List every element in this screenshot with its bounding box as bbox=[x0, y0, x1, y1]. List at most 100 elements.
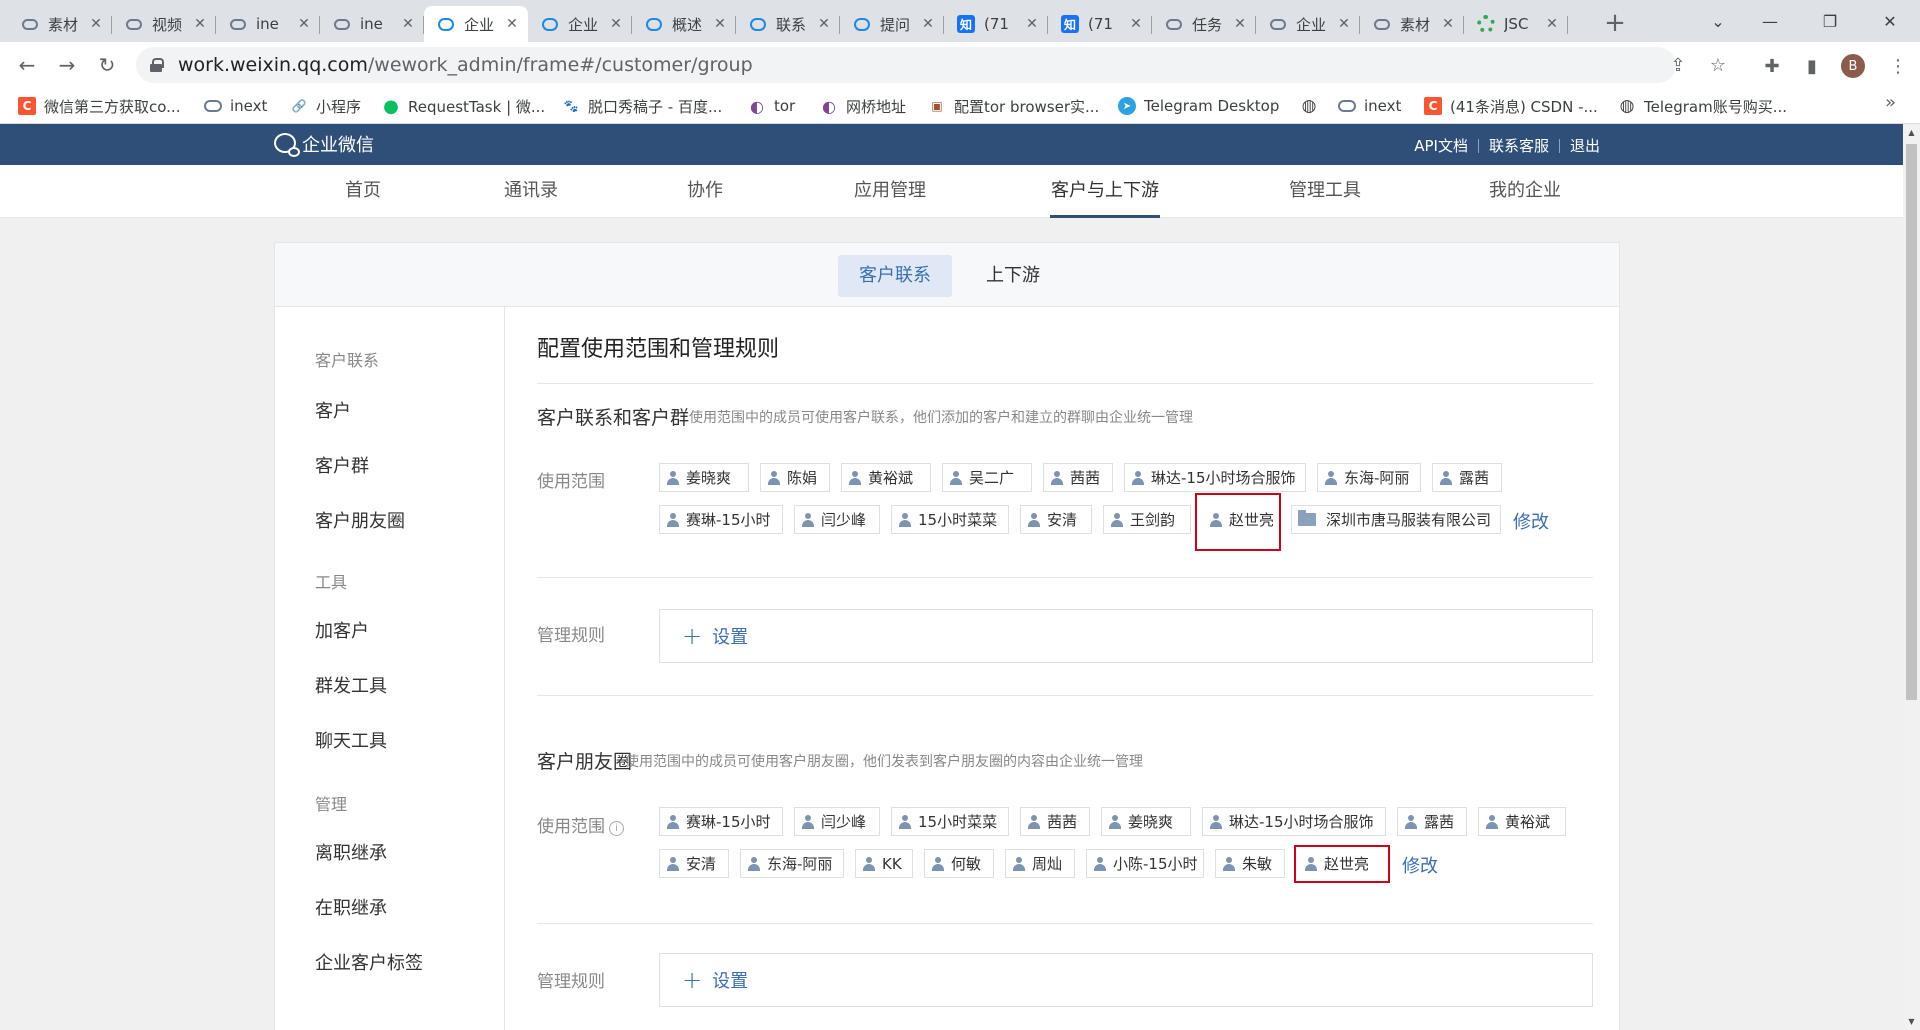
sidebar-item-broadcast-tool[interactable]: 群发工具 bbox=[315, 672, 387, 698]
tab-title: (71 bbox=[984, 15, 1009, 33]
close-tab-icon[interactable]: ✕ bbox=[400, 16, 416, 32]
share-icon[interactable]: ⇪ bbox=[1666, 53, 1690, 77]
bookmark-star-icon[interactable]: ☆ bbox=[1706, 53, 1730, 77]
close-tab-icon[interactable]: ✕ bbox=[712, 16, 728, 32]
browser-tab[interactable]: 知 (71 ✕ bbox=[944, 6, 1048, 42]
close-tab-icon[interactable]: ✕ bbox=[920, 16, 936, 32]
sidebar-item-customer-tags[interactable]: 企业客户标签 bbox=[315, 949, 423, 975]
sidebar-item-customers[interactable]: 客户 bbox=[315, 397, 351, 423]
nav-my-enterprise[interactable]: 我的企业 bbox=[1487, 165, 1563, 218]
contact-support-link[interactable]: 联系客服 bbox=[1489, 135, 1549, 156]
menu-kebab-icon[interactable]: ⋮ bbox=[1886, 54, 1910, 78]
tab-search-icon[interactable]: ⌄ bbox=[1688, 0, 1748, 42]
sidebar-item-chat-tool[interactable]: 聊天工具 bbox=[315, 727, 387, 753]
profile-avatar[interactable]: B bbox=[1841, 54, 1865, 78]
browser-tab[interactable]: 任务 ✕ bbox=[1152, 6, 1256, 42]
cloud-icon bbox=[1338, 97, 1356, 115]
bookmark-item[interactable]: ➤ Telegram Desktop bbox=[1118, 95, 1279, 117]
close-tab-icon[interactable]: ✕ bbox=[816, 16, 832, 32]
window-close-icon[interactable]: ✕ bbox=[1860, 0, 1920, 42]
close-tab-icon[interactable]: ✕ bbox=[504, 16, 520, 32]
bookmark-item[interactable]: ▣ 配置tor browser实... bbox=[928, 95, 1099, 117]
browser-tab[interactable]: 素材 ✕ bbox=[1360, 6, 1464, 42]
browser-tab[interactable]: ine ✕ bbox=[216, 6, 320, 42]
browser-tab[interactable]: 提问 ✕ bbox=[840, 6, 944, 42]
bookmark-item[interactable]: 🔗 小程序 bbox=[290, 95, 362, 117]
nav-customers-partners[interactable]: 客户与上下游 bbox=[1050, 165, 1160, 218]
close-tab-icon[interactable]: ✕ bbox=[1440, 16, 1456, 32]
extensions-icon[interactable]: ✚ bbox=[1760, 54, 1784, 78]
sidebar-item-active-inheritance[interactable]: 在职继承 bbox=[315, 894, 387, 920]
close-tab-icon[interactable]: ✕ bbox=[1336, 16, 1352, 32]
bookmark-item[interactable]: ◐ 网桥地址 bbox=[820, 95, 906, 117]
bookmark-item[interactable]: ● RequestTask | 微... bbox=[382, 95, 545, 117]
wecom-logo[interactable]: 企业微信 bbox=[274, 132, 374, 157]
highlight-box bbox=[1294, 845, 1390, 883]
member-chip: 黄裕斌 bbox=[841, 463, 931, 492]
reload-icon[interactable]: ↻ bbox=[92, 50, 122, 80]
api-docs-link[interactable]: API文档 bbox=[1414, 135, 1468, 156]
cloud-icon bbox=[1164, 14, 1184, 34]
nav-app-management[interactable]: 应用管理 bbox=[852, 165, 928, 218]
browser-tab[interactable]: 概述 ✕ bbox=[632, 6, 736, 42]
browser-tab[interactable]: 企业 ✕ bbox=[1256, 6, 1360, 42]
rules-setting-button[interactable]: + 设置 bbox=[659, 609, 1593, 663]
back-icon[interactable]: ← bbox=[12, 50, 42, 80]
plus-icon: + bbox=[682, 966, 703, 994]
browser-tab[interactable]: ine ✕ bbox=[320, 6, 424, 42]
bookmark-item[interactable]: inext bbox=[204, 95, 267, 117]
browser-tab[interactable]: 素材 ✕ bbox=[8, 6, 112, 42]
close-tab-icon[interactable]: ✕ bbox=[192, 16, 208, 32]
scroll-up-icon[interactable]: ▲ bbox=[1903, 124, 1920, 141]
sidebar-item-moments[interactable]: 客户朋友圈 bbox=[315, 507, 405, 533]
address-bar[interactable]: work.weixin.qq.com/wework_admin/frame#/c… bbox=[136, 47, 1726, 83]
bookmark-item[interactable]: 🐾 脱口秀稿子 - 百度... bbox=[562, 95, 723, 117]
sidebar-item-add-customer[interactable]: 加客户 bbox=[315, 617, 369, 643]
bookmark-item[interactable]: C (41条消息) CSDN -... bbox=[1424, 95, 1598, 117]
close-tab-icon[interactable]: ✕ bbox=[1232, 16, 1248, 32]
side-panel-icon[interactable]: ▮ bbox=[1800, 54, 1824, 78]
restore-icon[interactable]: ❐ bbox=[1800, 0, 1860, 42]
sidebar-item-resigned-inheritance[interactable]: 离职继承 bbox=[315, 839, 387, 865]
bookmarks-overflow-icon[interactable]: » bbox=[1885, 92, 1896, 113]
browser-tab-active[interactable]: 企业 ✕ bbox=[424, 6, 528, 42]
bookmark-item[interactable]: inext bbox=[1338, 95, 1401, 117]
nav-collaboration[interactable]: 协作 bbox=[686, 165, 724, 218]
bookmark-item[interactable]: ◐ tor bbox=[748, 95, 795, 117]
nav-contacts[interactable]: 通讯录 bbox=[503, 165, 559, 218]
modify-scope-link[interactable]: 修改 bbox=[1402, 852, 1438, 878]
subtab-customer-contact[interactable]: 客户联系 bbox=[838, 255, 952, 297]
nav-management-tools[interactable]: 管理工具 bbox=[1287, 165, 1363, 218]
scroll-down-icon[interactable]: ▼ bbox=[1903, 1013, 1920, 1030]
browser-tab[interactable]: 知 (71 ✕ bbox=[1048, 6, 1152, 42]
close-tab-icon[interactable]: ✕ bbox=[1024, 16, 1040, 32]
bookmark-item[interactable]: ◍ Telegram账号购买... bbox=[1618, 95, 1787, 117]
rules-setting-button[interactable]: + 设置 bbox=[659, 953, 1593, 1007]
lock-icon[interactable] bbox=[150, 58, 164, 72]
browser-tab[interactable]: 视频 ✕ bbox=[112, 6, 216, 42]
bookmark-item[interactable]: ◍ bbox=[1300, 95, 1326, 117]
close-tab-icon[interactable]: ✕ bbox=[1128, 16, 1144, 32]
close-tab-icon[interactable]: ✕ bbox=[1544, 16, 1560, 32]
page-scrollbar[interactable]: ▲ ▼ bbox=[1903, 124, 1920, 1030]
new-tab-button[interactable]: + bbox=[1600, 8, 1630, 38]
scrollbar-thumb[interactable] bbox=[1906, 144, 1917, 700]
close-tab-icon[interactable]: ✕ bbox=[88, 16, 104, 32]
minimize-icon[interactable]: — bbox=[1740, 0, 1800, 42]
browser-tab[interactable]: 企业 ✕ bbox=[528, 6, 632, 42]
modify-scope-link[interactable]: 修改 bbox=[1513, 508, 1549, 534]
info-icon[interactable]: i bbox=[609, 821, 624, 836]
cloud-icon bbox=[204, 97, 222, 115]
logout-link[interactable]: 退出 bbox=[1570, 135, 1600, 156]
close-tab-icon[interactable]: ✕ bbox=[608, 16, 624, 32]
sidebar-item-customer-groups[interactable]: 客户群 bbox=[315, 452, 369, 478]
browser-tab[interactable]: 联系 ✕ bbox=[736, 6, 840, 42]
cloud-icon bbox=[228, 14, 248, 34]
browser-tab[interactable]: JSC ✕ bbox=[1464, 6, 1568, 42]
rules-label: 管理规则 bbox=[537, 972, 605, 992]
close-tab-icon[interactable]: ✕ bbox=[296, 16, 312, 32]
nav-home[interactable]: 首页 bbox=[336, 165, 390, 218]
forward-icon[interactable]: → bbox=[52, 50, 82, 80]
bookmark-item[interactable]: C 微信第三方获取co... bbox=[18, 95, 180, 117]
subtab-upstream-downstream[interactable]: 上下游 bbox=[965, 255, 1061, 297]
